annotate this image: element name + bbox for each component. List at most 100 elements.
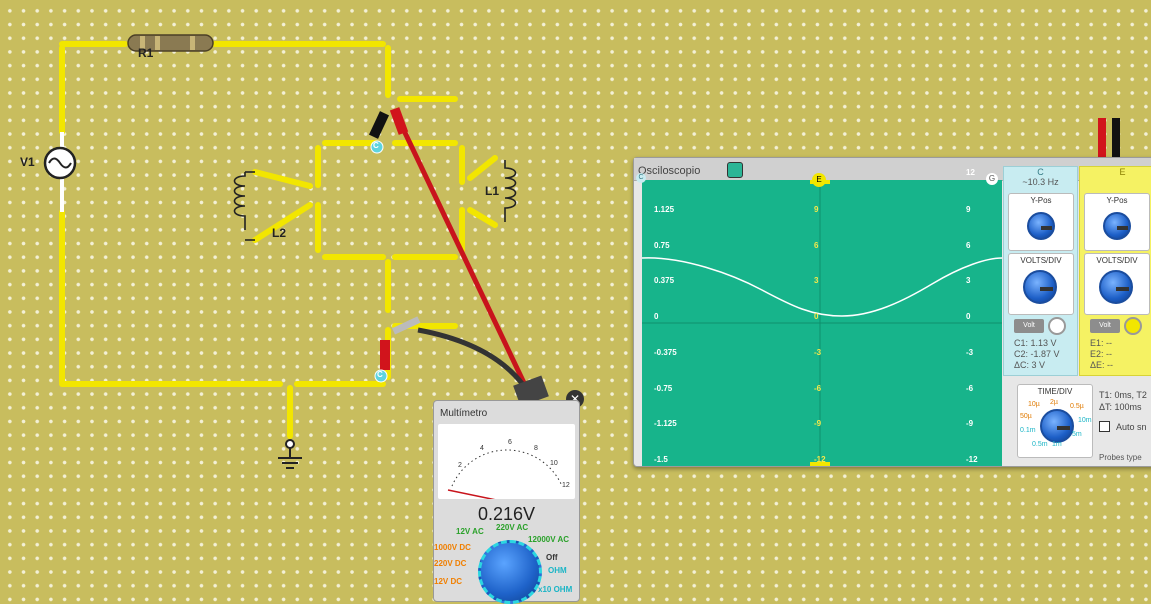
time-mark: 2µ xyxy=(1050,399,1058,406)
time-mark: 50µ xyxy=(1020,413,1032,420)
time-div-knob[interactable] xyxy=(1040,409,1074,443)
channel-c-ypos-knob[interactable] xyxy=(1027,212,1055,240)
channel-e-readout-line: ΔE: -- xyxy=(1090,360,1114,370)
probe-c-label: C xyxy=(373,141,379,150)
tick-left-5: -0.75 xyxy=(654,383,673,393)
channel-e-panel: E Y-Pos VOLTS/DIV Volt E1: -- E2: -- ΔE: -… xyxy=(1079,166,1151,376)
channel-e-readout-line: E1: -- xyxy=(1090,338,1113,348)
tick-mid-3: 0 xyxy=(814,312,819,322)
tick-mid-0: 9 xyxy=(814,205,819,214)
channel-e-ypos-knob[interactable] xyxy=(1103,212,1131,240)
time-div-box: TIME/DIV 10µ 2µ 0.5µ 50µ 10m 0.1m 5m 0.5m 1m xyxy=(1017,384,1093,458)
channel-c-label: C xyxy=(1037,167,1044,177)
multimeter-panel[interactable]: Multímetro 2 4 6 8 10 12 0.216V 12V AC 220V AC… xyxy=(433,400,580,604)
multimeter-range-label: 12000V AC xyxy=(528,535,570,544)
r1-label: R1 xyxy=(138,46,154,60)
oscilloscope-panel[interactable]: Osciloscopio E G C 12 C ~10.3 Hz Y-Pos V… xyxy=(633,157,1151,467)
multimeter-needle xyxy=(447,489,507,503)
multimeter-range-dial[interactable] xyxy=(478,540,542,604)
multimeter-range-label: OHM xyxy=(548,566,567,575)
multimeter-range-label: Off xyxy=(546,553,558,562)
oscilloscope-screen[interactable] xyxy=(642,180,1002,466)
channel-c-voltsdiv: VOLTS/DIV xyxy=(1008,253,1074,315)
time-mark: 10m xyxy=(1078,417,1092,424)
channel-e-label: E xyxy=(1119,167,1126,177)
multimeter-range-label: 220V DC xyxy=(434,559,467,568)
probe-c2-label: C xyxy=(377,370,383,379)
time-readout-dt: ΔT: 100ms xyxy=(1099,402,1142,412)
channel-e-ypos: Y-Pos xyxy=(1084,193,1150,251)
channel-e-volt-button[interactable]: Volt xyxy=(1090,319,1120,333)
tick-right-1: 6 xyxy=(966,240,971,250)
channel-e-voltsdiv-knob[interactable] xyxy=(1099,270,1133,304)
multimeter-analog-meter: 2 4 6 8 10 12 xyxy=(438,424,575,503)
tick-right-3: 0 xyxy=(966,312,971,322)
time-mark: 0.1m xyxy=(1020,427,1036,434)
channel-c-readout-line: C1: 1.13 V xyxy=(1014,338,1057,348)
tick-left-3: 0 xyxy=(654,312,659,322)
auto-label: Auto sn xyxy=(1116,422,1147,432)
tick-right-5: -6 xyxy=(966,383,974,393)
time-mark: 0.5µ xyxy=(1070,403,1084,410)
multimeter-range-label: 220V AC xyxy=(496,523,529,532)
channel-c-readout: C1: 1.13 V C2: -1.87 V ΔC: 3 V xyxy=(1014,338,1060,371)
top-right-tick: 12 xyxy=(966,168,975,177)
channel-e-readout-line: E2: -- xyxy=(1090,349,1113,359)
tick-left-4: -0.375 xyxy=(654,347,677,357)
tick-left-7: -1.5 xyxy=(654,454,668,464)
tick-right-7: -12 xyxy=(966,454,978,464)
time-mark: 10µ xyxy=(1028,401,1040,408)
tick-mid-1: 6 xyxy=(814,240,819,250)
multimeter-scale-tick: 4 xyxy=(480,445,484,452)
channel-c-readout-line: ΔC: 3 V xyxy=(1014,360,1046,370)
multimeter-range-label: 12V AC xyxy=(456,527,484,536)
tick-right-6: -9 xyxy=(966,419,974,429)
multimeter-scale-tick: 12 xyxy=(562,482,570,489)
channel-c-ypos: Y-Pos xyxy=(1008,193,1074,251)
tick-left-0: 1.125 xyxy=(654,205,675,214)
time-mark: 5m xyxy=(1072,431,1082,438)
tick-mid-5: -6 xyxy=(814,383,822,393)
channel-c-panel: C ~10.3 Hz Y-Pos VOLTS/DIV Volt C1: 1.13… xyxy=(1003,166,1078,376)
tick-right-2: 3 xyxy=(966,276,971,286)
ground-symbol xyxy=(278,439,302,469)
multimeter-range-label: 12V DC xyxy=(434,577,463,586)
probes-type-label: Probes type xyxy=(1099,453,1142,462)
tick-right-0: 9 xyxy=(966,205,971,214)
tick-left-1: 0.75 xyxy=(654,240,670,250)
multimeter-range-label: x10 OHM xyxy=(538,585,573,594)
multimeter-scale-tick: 2 xyxy=(458,462,462,469)
oscilloscope-title: Osciloscopio xyxy=(638,165,701,177)
multimeter-scale-tick: 6 xyxy=(508,439,512,446)
oscilloscope-pin-button[interactable] xyxy=(727,162,743,178)
marker-c[interactable]: C xyxy=(636,173,646,183)
time-readout-t1: T1: 0ms, T2 xyxy=(1099,390,1147,400)
marker-g[interactable]: G xyxy=(986,173,998,185)
marker-e-top[interactable]: E xyxy=(812,173,826,187)
channel-c-freq: ~10.3 Hz xyxy=(1022,177,1059,187)
channel-e-readout: E1: -- E2: -- ΔE: -- xyxy=(1090,338,1113,371)
multimeter-scale-tick: 8 xyxy=(534,445,538,452)
v1-label: V1 xyxy=(20,155,35,169)
tick-mid-7: -12 xyxy=(814,454,826,464)
multimeter-scale-tick: 10 xyxy=(550,460,558,467)
channel-c-volt-button[interactable]: Volt xyxy=(1014,319,1044,333)
inductor-l1 xyxy=(504,160,517,222)
time-mark: 0.5m xyxy=(1032,441,1048,448)
tick-mid-2: 3 xyxy=(814,276,819,286)
black-probe-clip xyxy=(368,111,390,139)
multimeter-reading: 0.216V xyxy=(477,504,536,524)
time-mark: 1m xyxy=(1052,441,1062,448)
tick-mid-4: -3 xyxy=(814,347,822,357)
auto-checkbox[interactable] xyxy=(1099,421,1110,432)
red-probe-clip-bottom xyxy=(380,340,390,370)
l2-label: L2 xyxy=(272,226,287,240)
channel-c-mode-toggle[interactable] xyxy=(1048,317,1066,335)
channel-e-mode-toggle[interactable] xyxy=(1124,317,1142,335)
channel-c-readout-line: C2: -1.87 V xyxy=(1014,349,1060,359)
inductor-l2 xyxy=(233,171,255,241)
l1-label: L1 xyxy=(485,184,500,198)
channel-c-voltsdiv-knob[interactable] xyxy=(1023,270,1057,304)
tick-left-2: 0.375 xyxy=(654,276,675,286)
tick-mid-6: -9 xyxy=(814,419,822,429)
